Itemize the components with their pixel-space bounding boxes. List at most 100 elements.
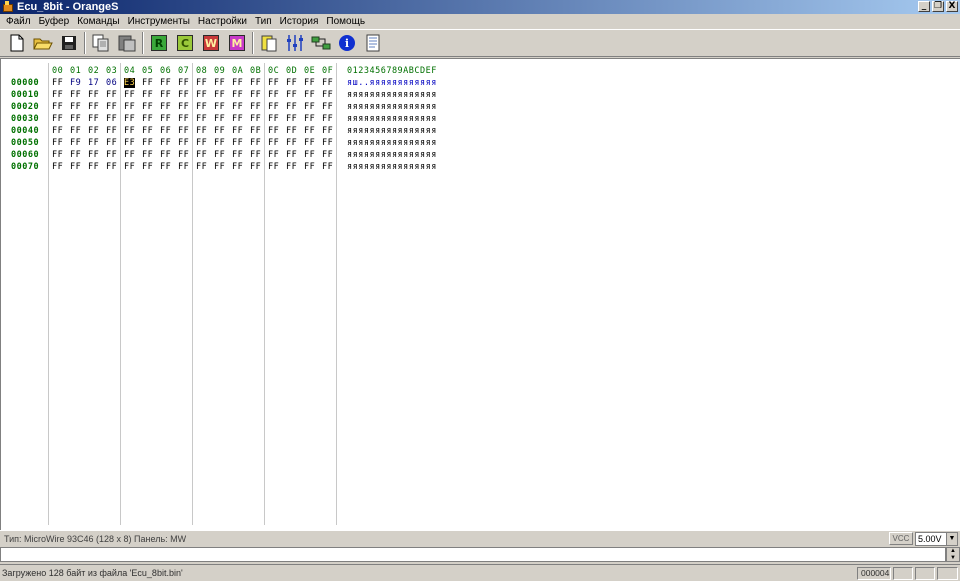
new-file-button[interactable] xyxy=(6,32,28,54)
hex-byte[interactable]: FF xyxy=(52,102,63,112)
hex-byte[interactable]: FF xyxy=(142,126,153,136)
hex-byte[interactable]: FF xyxy=(232,162,243,172)
hex-byte[interactable]: FF xyxy=(250,78,261,88)
hex-byte[interactable]: FF xyxy=(250,150,261,160)
hex-byte[interactable]: FF xyxy=(70,126,81,136)
hex-byte[interactable]: FF xyxy=(124,102,135,112)
voltage-select[interactable]: 5.00V ▼ xyxy=(915,532,958,546)
hex-byte[interactable]: FF xyxy=(52,162,63,172)
hex-byte[interactable]: FF xyxy=(250,138,261,148)
hex-byte[interactable]: FF xyxy=(304,90,315,100)
hex-byte[interactable]: FF xyxy=(214,150,225,160)
hex-byte[interactable]: FF xyxy=(286,90,297,100)
hex-byte[interactable]: FF xyxy=(250,126,261,136)
hex-byte[interactable]: FF xyxy=(322,162,333,172)
info-button[interactable]: i xyxy=(336,32,358,54)
hex-byte[interactable]: FF xyxy=(322,90,333,100)
menu-history[interactable]: История xyxy=(276,15,323,29)
hex-byte[interactable]: FF xyxy=(124,162,135,172)
hex-byte[interactable]: FF xyxy=(214,162,225,172)
minimize-button[interactable]: _ xyxy=(918,1,930,12)
hex-byte[interactable]: FF xyxy=(286,126,297,136)
hex-byte[interactable]: FF xyxy=(196,126,207,136)
clipboard-button[interactable] xyxy=(258,32,280,54)
hex-byte[interactable]: FF xyxy=(124,90,135,100)
hex-byte[interactable]: FF xyxy=(304,102,315,112)
hex-byte[interactable]: FF xyxy=(196,102,207,112)
hex-byte[interactable]: FF xyxy=(232,102,243,112)
hex-byte[interactable]: FF xyxy=(196,138,207,148)
hex-byte[interactable]: FF xyxy=(232,138,243,148)
hex-byte[interactable]: FF xyxy=(124,150,135,160)
menu-tools[interactable]: Инструменты xyxy=(124,15,194,29)
hex-byte[interactable]: 17 xyxy=(88,78,99,88)
hex-byte[interactable]: FF xyxy=(178,102,189,112)
hex-byte[interactable]: FF xyxy=(52,138,63,148)
hex-byte[interactable]: FF xyxy=(286,102,297,112)
hex-byte[interactable]: FF xyxy=(160,114,171,124)
hex-byte[interactable]: FF xyxy=(88,126,99,136)
hex-byte[interactable]: FF xyxy=(232,78,243,88)
hex-byte[interactable]: FF xyxy=(106,90,117,100)
hex-byte[interactable]: FF xyxy=(322,114,333,124)
hex-byte[interactable]: FF xyxy=(142,90,153,100)
hex-byte[interactable]: FF xyxy=(88,114,99,124)
hex-byte[interactable]: FF xyxy=(160,150,171,160)
hex-byte[interactable]: FF xyxy=(196,78,207,88)
read-chip-button[interactable]: R xyxy=(148,32,170,54)
ascii-row[interactable]: яяяяяяяяяяяяяяяя xyxy=(347,162,437,172)
hex-byte[interactable]: FF xyxy=(232,90,243,100)
close-button[interactable]: X xyxy=(946,1,958,12)
hex-byte[interactable]: FF xyxy=(88,138,99,148)
hex-byte[interactable]: FF xyxy=(106,150,117,160)
ascii-row[interactable]: яяяяяяяяяяяяяяяя xyxy=(347,150,437,160)
hex-byte[interactable]: FF xyxy=(52,126,63,136)
hex-byte[interactable]: FF xyxy=(268,102,279,112)
hex-byte[interactable]: FF xyxy=(196,90,207,100)
hex-byte[interactable]: FF xyxy=(106,102,117,112)
hex-byte[interactable]: FF xyxy=(88,150,99,160)
menu-buffer[interactable]: Буфер xyxy=(35,15,74,29)
hex-byte[interactable]: FF xyxy=(142,150,153,160)
hex-byte[interactable]: FF xyxy=(106,126,117,136)
command-scroll-buttons[interactable]: ▲ ▼ xyxy=(946,547,960,562)
menu-help[interactable]: Помощь xyxy=(322,15,369,29)
hex-byte[interactable]: FF xyxy=(160,162,171,172)
open-button[interactable] xyxy=(32,32,54,54)
hex-byte[interactable]: FF xyxy=(106,162,117,172)
hex-byte[interactable]: FF xyxy=(322,138,333,148)
settings-button[interactable] xyxy=(284,32,306,54)
hex-byte[interactable]: FF xyxy=(250,90,261,100)
hex-byte[interactable]: FF xyxy=(106,138,117,148)
hex-byte[interactable]: FF xyxy=(52,150,63,160)
hex-byte[interactable]: FF xyxy=(142,162,153,172)
copy-button[interactable] xyxy=(90,32,112,54)
hex-byte[interactable]: FF xyxy=(304,162,315,172)
hex-byte[interactable]: FF xyxy=(214,138,225,148)
hex-byte[interactable]: FF xyxy=(250,162,261,172)
hex-byte[interactable]: FF xyxy=(88,102,99,112)
hex-byte[interactable]: FF xyxy=(124,126,135,136)
hex-byte[interactable]: FF xyxy=(250,114,261,124)
hex-byte[interactable]: FF xyxy=(160,102,171,112)
hex-byte[interactable]: FF xyxy=(268,126,279,136)
hex-byte[interactable]: FF xyxy=(178,114,189,124)
hex-byte[interactable]: FF xyxy=(178,78,189,88)
hex-byte[interactable]: FF xyxy=(178,90,189,100)
ascii-row[interactable]: яяяяяяяяяяяяяяяя xyxy=(347,102,437,112)
hex-byte[interactable]: FF xyxy=(214,114,225,124)
hex-byte[interactable]: FF xyxy=(322,78,333,88)
hex-byte[interactable]: F9 xyxy=(70,78,81,88)
hex-byte[interactable]: FF xyxy=(232,126,243,136)
hex-byte[interactable]: FF xyxy=(160,126,171,136)
menu-settings[interactable]: Настройки xyxy=(194,15,251,29)
compare-chip-button[interactable]: C xyxy=(174,32,196,54)
chevron-down-icon[interactable]: ▼ xyxy=(946,533,957,545)
hex-byte[interactable]: FF xyxy=(142,138,153,148)
hex-byte[interactable]: FF xyxy=(286,114,297,124)
hex-byte[interactable]: FF xyxy=(286,150,297,160)
menu-file[interactable]: Файл xyxy=(2,15,35,29)
hex-byte[interactable]: FF xyxy=(250,102,261,112)
ascii-row[interactable]: яш..яяяяяяяяяяяя xyxy=(347,78,437,88)
hex-byte[interactable]: FF xyxy=(52,78,63,88)
